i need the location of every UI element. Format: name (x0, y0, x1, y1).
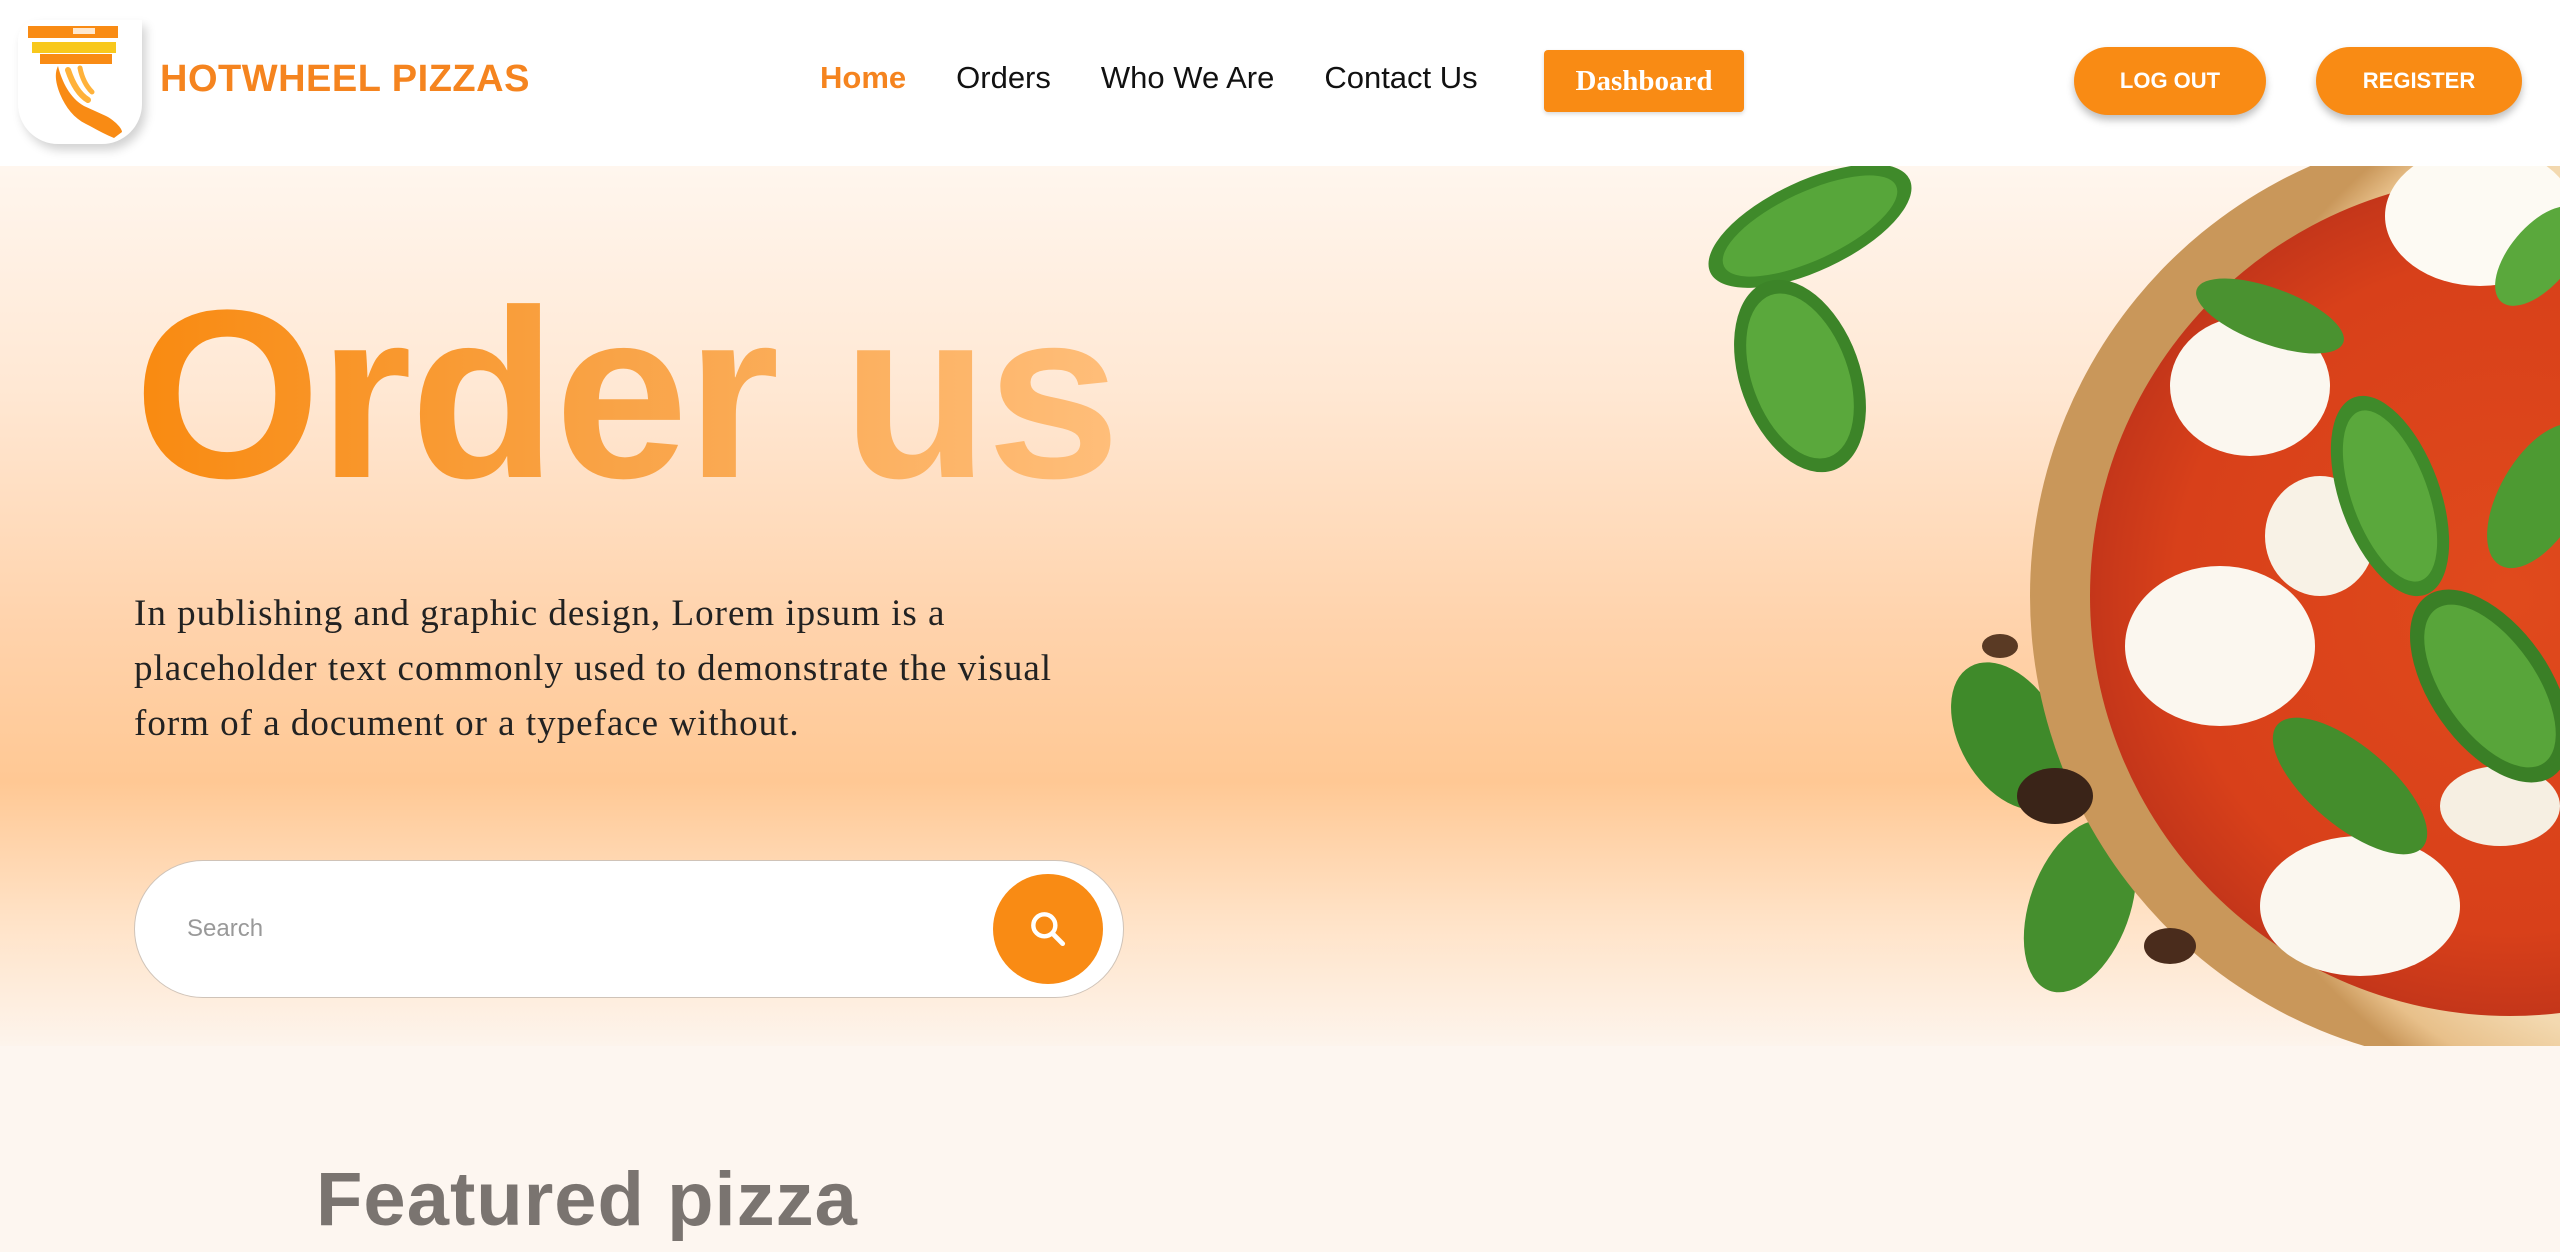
dashboard-button[interactable]: Dashboard (1544, 50, 1744, 112)
site-header: HOTWHEEL PIZZAS Home Orders Who We Are C… (0, 0, 2560, 166)
search-button[interactable] (993, 874, 1103, 984)
hero-pizza-image (1680, 166, 2560, 1046)
logout-button[interactable]: LOG OUT (2074, 47, 2266, 115)
pizza-delivery-hand-icon (28, 26, 123, 138)
search-input[interactable] (187, 861, 987, 997)
nav-who-we-are[interactable]: Who We Are (1101, 60, 1274, 96)
logo[interactable] (18, 20, 142, 144)
hero-description: In publishing and graphic design, Lorem … (134, 593, 1053, 744)
nav-home[interactable]: Home (820, 60, 906, 96)
register-button[interactable]: REGISTER (2316, 47, 2522, 115)
nav-contact-us[interactable]: Contact Us (1324, 60, 1477, 96)
nav-orders[interactable]: Orders (956, 60, 1051, 96)
hero-title: Order us (134, 260, 1120, 528)
main-nav: Home Orders Who We Are Contact Us (820, 60, 1528, 96)
hero-section: Order us In publishing and graphic desig… (0, 166, 2560, 1046)
brand-name[interactable]: HOTWHEEL PIZZAS (160, 58, 530, 101)
search-bar (134, 860, 1124, 998)
margherita-pizza-with-basil-icon (1708, 166, 2560, 1046)
featured-heading: Featured pizza (316, 1157, 858, 1242)
search-icon (1031, 912, 1066, 947)
